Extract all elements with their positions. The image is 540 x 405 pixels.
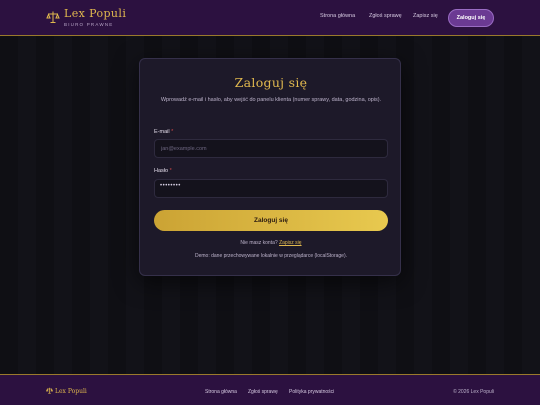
- footer-brand[interactable]: Lex Populi: [46, 387, 87, 395]
- email-input[interactable]: [154, 139, 388, 158]
- nav-signup-link[interactable]: Zapisz się: [413, 13, 438, 19]
- login-title: Zaloguj się: [234, 75, 308, 90]
- footer-privacy-link[interactable]: Polityka prywatności: [289, 389, 334, 395]
- copyright: © 2026 Lex Populi: [453, 389, 494, 395]
- email-label: E-mail *: [154, 129, 173, 135]
- required-mark: *: [169, 168, 172, 174]
- brand-name: Lex Populi: [64, 7, 127, 20]
- footer-brand-name: Lex Populi: [55, 388, 87, 395]
- login-card: Zaloguj się Wprowadź e-mail i hasło, aby…: [139, 58, 401, 276]
- site-footer: Lex Populi Strona główna Zgłoś sprawę Po…: [0, 374, 540, 405]
- nav-login-button[interactable]: Zaloguj się: [448, 9, 494, 27]
- signup-row: Nie masz konta? Zapisz się: [140, 240, 402, 246]
- login-description: Wprowadź e-mail i hasło, aby wejść do pa…: [160, 97, 382, 103]
- scales-icon: [46, 387, 53, 394]
- site-header: Lex Populi BIURO PRAWNE Strona główna Zg…: [0, 0, 540, 36]
- signup-link[interactable]: Zapisz się: [279, 240, 302, 246]
- password-label: Hasło *: [154, 168, 172, 174]
- password-input[interactable]: [154, 179, 388, 198]
- signup-prompt: Nie masz konta?: [240, 240, 278, 246]
- demo-note: Demo: dane przechowywane lokalnie w prze…: [194, 253, 348, 259]
- password-value: ••••••••: [160, 183, 181, 189]
- password-label-text: Hasło: [154, 168, 169, 174]
- nav-report-link[interactable]: Zgłoś sprawę: [369, 13, 402, 19]
- email-label-text: E-mail: [154, 129, 170, 135]
- scales-icon: [46, 11, 60, 23]
- nav-home-link[interactable]: Strona główna: [320, 13, 355, 19]
- login-submit-button[interactable]: Zaloguj się: [154, 210, 388, 231]
- brand-subtitle: BIURO PRAWNE: [64, 22, 114, 27]
- footer-report-link[interactable]: Zgłoś sprawę: [248, 389, 278, 395]
- required-mark: *: [171, 129, 174, 135]
- footer-home-link[interactable]: Strona główna: [205, 389, 237, 395]
